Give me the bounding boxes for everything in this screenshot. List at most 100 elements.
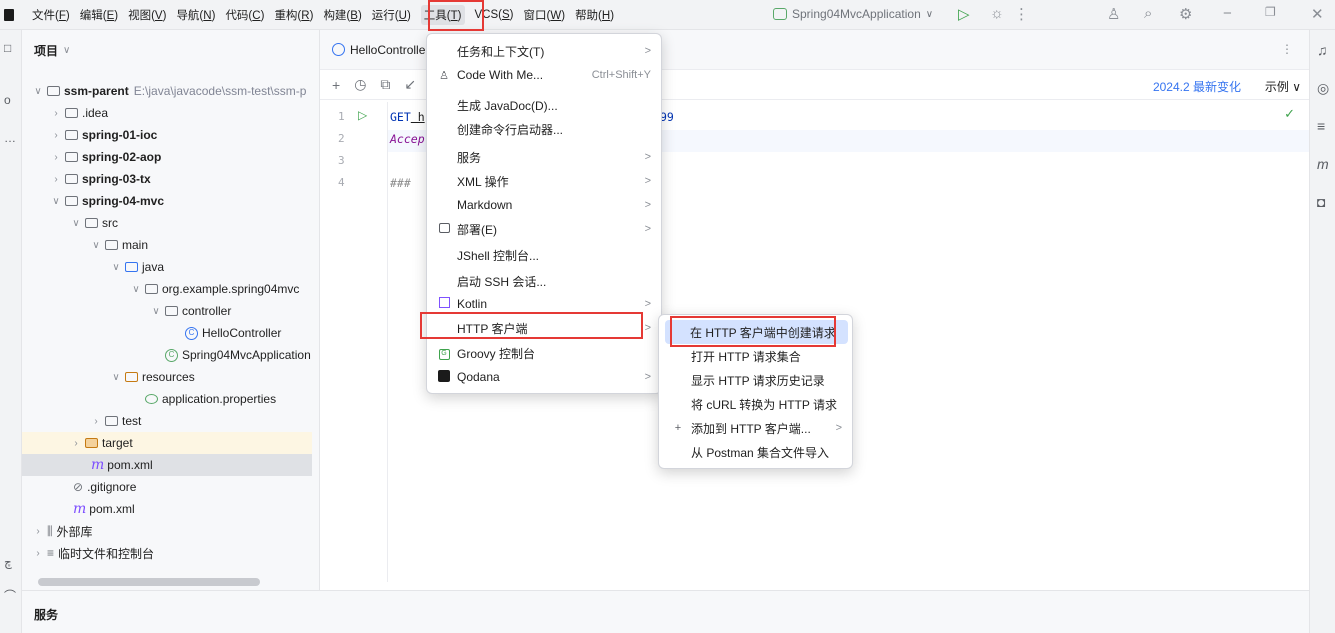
tree-node-gitignore[interactable]: ⊘ .gitignore bbox=[22, 476, 312, 498]
latest-changes-link[interactable]: 2024.2 最新变化 bbox=[1153, 78, 1241, 95]
more-actions-icon[interactable]: ⋮ bbox=[1014, 5, 1029, 23]
menu-item-show-history[interactable]: 显示 HTTP 请求历史记录 bbox=[671, 368, 842, 392]
menu-item-create-request[interactable]: 在 HTTP 客户端中创建请求 bbox=[665, 320, 848, 344]
tree-node-test[interactable]: › test bbox=[22, 410, 312, 432]
import-icon[interactable]: ↙ bbox=[404, 76, 416, 93]
menu-view[interactable]: 视图(V) bbox=[128, 7, 166, 23]
tree-node-hello-controller[interactable]: C HelloController bbox=[22, 322, 312, 344]
collapse-arrow-icon[interactable]: › bbox=[32, 548, 44, 559]
expand-arrow-icon[interactable]: ∨ bbox=[50, 196, 62, 207]
tree-node-spring-03-tx[interactable]: › spring-03-tx bbox=[22, 168, 312, 190]
menu-item-tasks-contexts[interactable]: 任务和上下文(T) > bbox=[437, 39, 651, 63]
more-tools-icon[interactable]: … bbox=[4, 132, 17, 145]
tree-node-application[interactable]: C Spring04MvcApplication bbox=[22, 344, 312, 366]
menu-run[interactable]: 运行(U) bbox=[372, 7, 411, 23]
collapse-arrow-icon[interactable]: › bbox=[50, 152, 62, 163]
copy-icon[interactable]: ⧉ bbox=[380, 76, 390, 93]
menu-item-groovy-console[interactable]: G Groovy 控制台 bbox=[437, 341, 651, 365]
examples-dropdown[interactable]: 示例 ∨ bbox=[1265, 78, 1301, 95]
tree-node-package[interactable]: ∨ org.example.spring04mvc bbox=[22, 278, 312, 300]
restore-window-icon[interactable]: ❐ bbox=[1265, 5, 1276, 19]
tree-node-java[interactable]: ∨ java bbox=[22, 256, 312, 278]
app-logo-icon[interactable] bbox=[4, 8, 14, 21]
editor-tab[interactable]: HelloControlle bbox=[332, 43, 425, 57]
expand-arrow-icon[interactable]: ∨ bbox=[110, 262, 122, 273]
code-line-2[interactable]: Accep bbox=[390, 132, 425, 146]
expand-arrow-icon[interactable]: ∨ bbox=[110, 372, 122, 383]
menu-item-ssh-session[interactable]: 启动 SSH 会话... bbox=[437, 269, 651, 293]
expand-arrow-icon[interactable]: ∨ bbox=[130, 284, 142, 295]
menu-item-http-client[interactable]: HTTP 客户端 > bbox=[433, 316, 655, 340]
gradle-icon[interactable]: ◘ bbox=[1317, 194, 1325, 210]
terminal-tool-icon[interactable]: ⌒ bbox=[4, 590, 17, 603]
menu-item-generate-javadoc[interactable]: 生成 JavaDoc(D)... bbox=[437, 93, 651, 117]
minimize-icon[interactable]: − bbox=[1223, 5, 1232, 22]
collapse-arrow-icon[interactable]: › bbox=[50, 130, 62, 141]
tree-node-idea[interactable]: › .idea bbox=[22, 102, 312, 124]
tree-node-spring-02-aop[interactable]: › spring-02-aop bbox=[22, 146, 312, 168]
tab-more-icon[interactable]: ⋮ bbox=[1281, 42, 1293, 56]
project-tool-icon[interactable]: □ bbox=[4, 42, 17, 55]
commit-tool-icon[interactable]: o bbox=[4, 94, 17, 107]
run-request-icon[interactable]: ▷ bbox=[358, 108, 367, 122]
expand-arrow-icon[interactable]: ∨ bbox=[90, 240, 102, 251]
menu-item-open-collection[interactable]: 打开 HTTP 请求集合 bbox=[671, 344, 842, 368]
expand-arrow-icon[interactable]: ∨ bbox=[150, 306, 162, 317]
tree-node-controller[interactable]: ∨ controller bbox=[22, 300, 312, 322]
menu-item-xml-actions[interactable]: XML 操作 > bbox=[437, 169, 651, 193]
menu-item-code-with-me[interactable]: ♙ Code With Me... Ctrl+Shift+Y bbox=[437, 63, 651, 87]
expand-arrow-icon[interactable]: ∨ bbox=[32, 86, 44, 97]
tree-node-main[interactable]: ∨ main bbox=[22, 234, 312, 256]
menu-navigate[interactable]: 导航(N) bbox=[176, 7, 215, 23]
tree-node-pom-outer[interactable]: m pom.xml bbox=[22, 498, 312, 520]
tree-node-target[interactable]: › target bbox=[22, 432, 312, 454]
tree-node-external-libs[interactable]: › ⫼ 外部库 bbox=[22, 520, 312, 542]
tree-node-properties[interactable]: application.properties bbox=[22, 388, 312, 410]
menu-item-jshell[interactable]: JShell 控制台... bbox=[437, 243, 651, 267]
project-panel-header[interactable]: 项目 ∨ bbox=[22, 30, 319, 70]
debug-icon[interactable]: ☼ bbox=[990, 5, 1004, 22]
add-request-icon[interactable]: + bbox=[332, 77, 340, 93]
close-window-icon[interactable]: ✕ bbox=[1311, 5, 1324, 23]
menu-vcs[interactable]: VCS(S) bbox=[475, 9, 514, 21]
menu-item-convert-curl[interactable]: 将 cURL 转换为 HTTP 请求 bbox=[671, 392, 842, 416]
add-user-icon[interactable]: ♙ bbox=[1107, 5, 1120, 23]
menu-edit[interactable]: 编辑(E) bbox=[80, 7, 118, 23]
ai-assistant-icon[interactable]: ◎ bbox=[1317, 80, 1329, 97]
notifications-icon[interactable]: ♫ bbox=[1317, 42, 1328, 58]
menu-item-cli-launcher[interactable]: 创建命令行启动器... bbox=[437, 117, 651, 141]
run-config-selector[interactable]: Spring04MvcApplication ∨ bbox=[773, 7, 933, 21]
menu-item-markdown[interactable]: Markdown > bbox=[437, 193, 651, 217]
tree-node-spring-04-mvc[interactable]: ∨ spring-04-mvc bbox=[22, 190, 312, 212]
menu-item-services[interactable]: 服务 > bbox=[437, 145, 651, 169]
horizontal-scrollbar[interactable] bbox=[38, 578, 260, 586]
menu-tools[interactable]: 工具(T) bbox=[420, 4, 465, 25]
menu-code[interactable]: 代码(C) bbox=[225, 7, 264, 23]
expand-arrow-icon[interactable]: ∨ bbox=[70, 218, 82, 229]
menu-build[interactable]: 构建(B) bbox=[323, 7, 361, 23]
history-icon[interactable]: ◷ bbox=[354, 76, 366, 93]
collapse-arrow-icon[interactable]: › bbox=[32, 526, 44, 537]
tree-node-resources[interactable]: ∨ resources bbox=[22, 366, 312, 388]
code-line-1[interactable]: GET h bbox=[390, 110, 425, 124]
collapse-arrow-icon[interactable]: › bbox=[70, 438, 82, 449]
git-branch-icon[interactable]: ﭺ bbox=[4, 556, 17, 569]
tree-node-pom-inner[interactable]: m pom.xml bbox=[22, 454, 312, 476]
menu-window[interactable]: 窗口(W) bbox=[524, 7, 566, 23]
settings-gear-icon[interactable]: ⚙ bbox=[1179, 5, 1192, 23]
tree-node-root[interactable]: ∨ ssm-parent E:\java\javacode\ssm-test\ss… bbox=[22, 80, 312, 102]
menu-item-qodana[interactable]: Qodana > bbox=[437, 365, 651, 389]
search-icon[interactable]: ⌕ bbox=[1144, 5, 1152, 22]
code-line-4[interactable]: ### bbox=[390, 176, 411, 190]
tree-node-scratches[interactable]: › ≡ 临时文件和控制台 bbox=[22, 542, 312, 564]
menu-item-kotlin[interactable]: Kotlin > bbox=[437, 292, 651, 316]
run-icon[interactable]: ▷ bbox=[958, 5, 970, 23]
tree-node-spring-01-ioc[interactable]: › spring-01-ioc bbox=[22, 124, 312, 146]
menu-item-deployment[interactable]: 部署(E) > bbox=[437, 217, 651, 241]
collapse-arrow-icon[interactable]: › bbox=[50, 108, 62, 119]
menu-item-import-postman[interactable]: 从 Postman 集合文件导入 bbox=[671, 440, 842, 464]
collapse-arrow-icon[interactable]: › bbox=[50, 174, 62, 185]
menu-help[interactable]: 帮助(H) bbox=[575, 7, 614, 23]
collapse-arrow-icon[interactable]: › bbox=[90, 416, 102, 427]
menu-refactor[interactable]: 重构(R) bbox=[274, 7, 313, 23]
